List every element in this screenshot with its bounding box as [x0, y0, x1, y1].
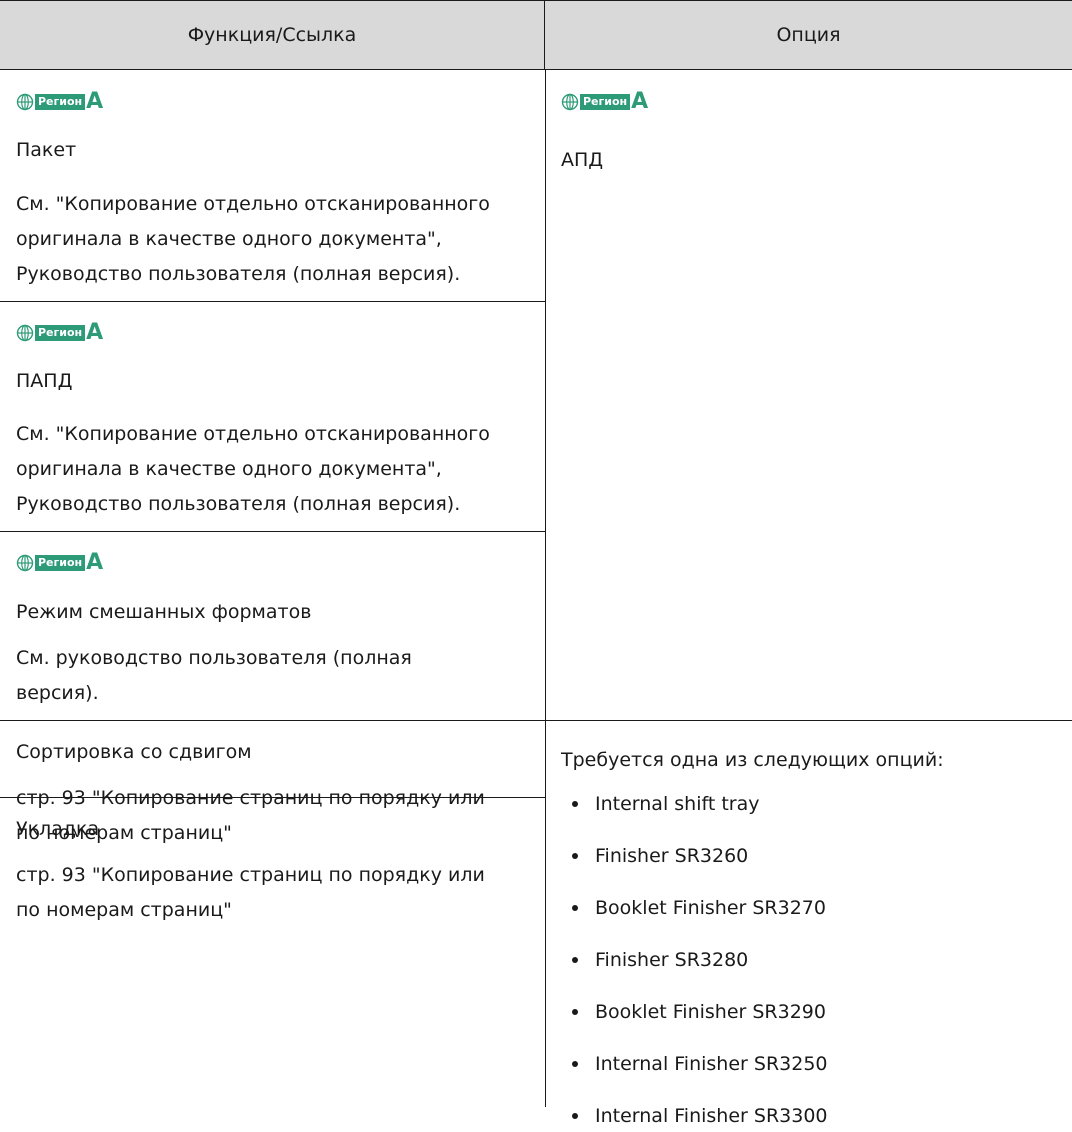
region-a-badge: Регион A	[16, 91, 103, 113]
option-item-label: Internal Finisher SR3250	[595, 1053, 828, 1075]
region-letter: A	[86, 550, 104, 575]
column-divider	[545, 70, 546, 1107]
region-label: Регион	[35, 555, 86, 571]
option-item-label: Finisher SR3280	[595, 949, 749, 971]
option-item-label: Booklet Finisher SR3270	[595, 897, 826, 919]
row-divider	[0, 720, 1072, 721]
bullet-icon	[572, 853, 578, 859]
reference-line: Руководство пользователя (полная версия)…	[16, 263, 461, 285]
reference-line: оригинала в качестве одного документа",	[16, 228, 442, 250]
option-adf: АПД	[561, 149, 604, 171]
region-letter: A	[86, 320, 104, 345]
region-a-badge: Регион A	[561, 91, 648, 113]
reference-line: оригинала в качестве одного документа",	[16, 458, 442, 480]
reference-line: См. "Копирование отдельно отсканированно…	[16, 193, 490, 215]
row-divider	[0, 301, 545, 302]
region-a-badge: Регион A	[16, 552, 103, 574]
reference-line: стр. 93 "Копирование страниц по порядку …	[16, 787, 485, 809]
globe-icon	[561, 93, 579, 111]
option-item-label: Finisher SR3260	[595, 845, 749, 867]
bullet-icon	[572, 1009, 578, 1015]
region-label: Регион	[35, 94, 86, 110]
column-header-option-label: Опция	[776, 24, 841, 46]
option-item-label: Internal Finisher SR3300	[595, 1105, 828, 1127]
function-title: Режим смешанных форматов	[16, 601, 312, 623]
function-title: Сортировка со сдвигом	[16, 741, 252, 763]
region-letter: A	[86, 89, 104, 114]
globe-icon	[16, 93, 34, 111]
row-divider	[0, 531, 545, 532]
column-header-function-label: Функция/Ссылка	[187, 24, 357, 46]
globe-icon	[16, 324, 34, 342]
reference-line: по номерам страниц"	[16, 899, 232, 921]
region-label: Регион	[580, 94, 631, 110]
column-header-option: Опция	[545, 0, 1072, 70]
options-table: Функция/Ссылка Опция Регион A Пакет См. …	[0, 0, 1072, 1127]
function-title: ПАПД	[16, 370, 73, 392]
option-intro: Требуется одна из следующих опций:	[561, 749, 944, 771]
region-letter: A	[631, 89, 649, 114]
reference-line: стр. 93 "Копирование страниц по порядку …	[16, 864, 485, 886]
region-a-badge: Регион A	[16, 322, 103, 344]
bullet-icon	[572, 905, 578, 911]
function-title: Пакет	[16, 139, 77, 161]
function-title: Укладка	[16, 818, 100, 840]
reference-line: Руководство пользователя (полная версия)…	[16, 493, 461, 515]
bullet-icon	[572, 801, 578, 807]
reference-line: версия).	[16, 682, 99, 704]
bullet-icon	[572, 1061, 578, 1067]
option-item-label: Internal shift tray	[595, 793, 760, 815]
column-header-function: Функция/Ссылка	[0, 0, 545, 70]
region-label: Регион	[35, 325, 86, 341]
reference-line: См. руководство пользователя (полная	[16, 647, 412, 669]
option-item-label: Booklet Finisher SR3290	[595, 1001, 826, 1023]
reference-line: См. "Копирование отдельно отсканированно…	[16, 423, 490, 445]
globe-icon	[16, 554, 34, 572]
bullet-icon	[572, 957, 578, 963]
bullet-icon	[572, 1113, 578, 1119]
